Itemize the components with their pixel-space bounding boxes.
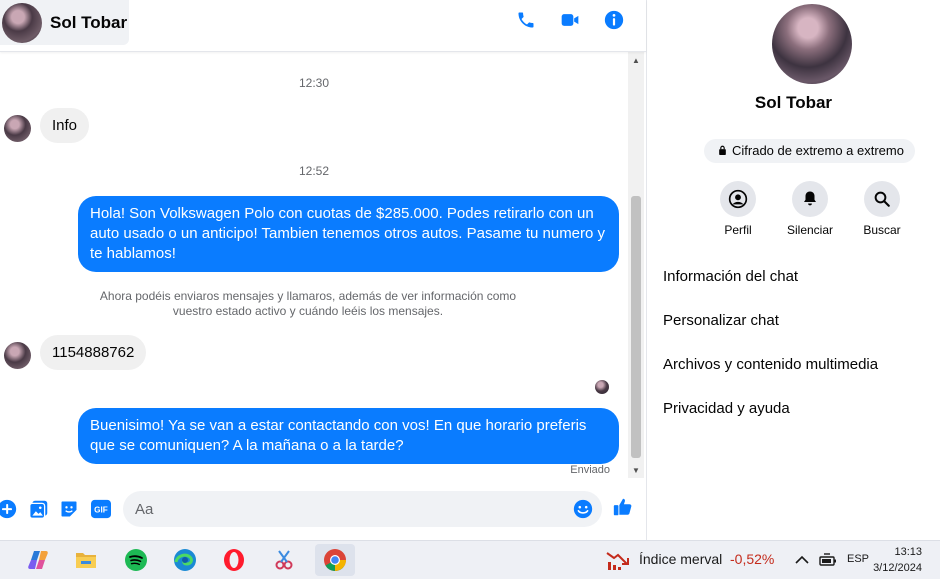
contact-name[interactable]: Sol Tobar	[50, 13, 127, 33]
message-input-wrapper	[123, 491, 602, 527]
read-receipt-avatar	[595, 380, 609, 394]
timestamp: 12:52	[298, 164, 330, 178]
chat-info-panel: Sol Tobar Cifrado de extremo a extremo P…	[647, 0, 940, 540]
bell-icon[interactable]	[792, 181, 828, 217]
svg-text:GIF: GIF	[94, 506, 108, 515]
phone-call-icon[interactable]	[515, 9, 537, 31]
chat-info-item[interactable]: Información del chat	[663, 268, 798, 285]
language-indicator[interactable]: ESP	[847, 553, 869, 565]
file-explorer-icon[interactable]	[72, 546, 100, 574]
battery-network-icon[interactable]	[816, 546, 840, 574]
messaging-notice: Ahora podéis enviaros mensajes y llamaro…	[99, 289, 517, 318]
clock-date: 3/12/2024	[873, 562, 922, 574]
message-input[interactable]	[135, 491, 565, 527]
system-clock[interactable]: 13:13 3/12/2024	[873, 544, 922, 576]
stock-chart-down-icon[interactable]	[604, 546, 632, 574]
incoming-message[interactable]: 1154888762	[40, 335, 147, 370]
spotify-icon[interactable]	[122, 546, 150, 574]
message-composer: GIF	[0, 484, 646, 540]
chevron-up-icon[interactable]	[792, 546, 812, 574]
info-icon[interactable]	[603, 9, 625, 31]
ticker-name[interactable]: Índice merval	[639, 551, 722, 567]
profile-action[interactable]: Perfil	[703, 181, 773, 237]
contact-header-button[interactable]: Sol Tobar	[0, 0, 129, 45]
chat-header: Sol Tobar	[0, 0, 646, 52]
incoming-message[interactable]: Info	[40, 108, 90, 143]
outgoing-message[interactable]: Hola! Son Volkswagen Polo con cuotas de …	[78, 196, 619, 272]
message-list[interactable]: 12:30 Info 12:52 Hola! Son Volkswagen Po…	[0, 52, 628, 480]
timestamp: 12:30	[298, 76, 330, 90]
mute-action[interactable]: Silenciar	[775, 181, 845, 237]
mute-label: Silenciar	[786, 223, 834, 237]
encryption-badge[interactable]: Cifrado de extremo a extremo	[704, 139, 915, 163]
chrome-icon[interactable]	[315, 544, 355, 576]
profile-avatar[interactable]	[772, 4, 852, 84]
clock-time: 13:13	[894, 546, 922, 558]
copilot-icon[interactable]	[24, 546, 52, 574]
video-call-icon[interactable]	[559, 9, 581, 31]
chat-pane: Sol Tobar 12:30 Info 12:52 Hola! Son Vol…	[0, 0, 646, 540]
search-label: Buscar	[863, 223, 901, 237]
customize-chat-item[interactable]: Personalizar chat	[663, 312, 779, 329]
search-icon[interactable]	[864, 181, 900, 217]
outgoing-message[interactable]: Buenisimo! Ya se van a estar contactando…	[78, 408, 619, 464]
profile-name: Sol Tobar	[754, 93, 833, 112]
edge-browser-icon[interactable]	[171, 546, 199, 574]
contact-avatar[interactable]	[2, 2, 42, 43]
user-circle-icon[interactable]	[720, 181, 756, 217]
taskbar: Índice merval -0,52% ESP 13:13 3/12/2024	[0, 540, 940, 579]
message-scrollbar[interactable]: ▲ ▼	[628, 52, 644, 478]
image-icon[interactable]	[27, 498, 49, 520]
opera-icon[interactable]	[220, 546, 248, 574]
plus-icon[interactable]	[0, 498, 18, 520]
snipping-tool-icon[interactable]	[270, 546, 298, 574]
scroll-down-arrow[interactable]: ▼	[628, 462, 644, 478]
gif-icon[interactable]: GIF	[90, 498, 112, 520]
thumbs-up-icon[interactable]	[612, 496, 634, 518]
sticker-icon[interactable]	[58, 498, 80, 520]
scroll-thumb[interactable]	[631, 196, 641, 458]
encryption-label: Cifrado de extremo a extremo	[732, 143, 904, 158]
lock-icon	[718, 139, 727, 163]
scroll-up-arrow[interactable]: ▲	[628, 52, 644, 68]
privacy-help-item[interactable]: Privacidad y ayuda	[663, 400, 790, 417]
search-action[interactable]: Buscar	[847, 181, 917, 237]
media-files-item[interactable]: Archivos y contenido multimedia	[663, 356, 878, 373]
ticker-change[interactable]: -0,52%	[730, 551, 774, 567]
message-status: Enviado	[570, 464, 610, 476]
emoji-icon[interactable]	[572, 498, 594, 525]
sender-avatar[interactable]	[4, 115, 31, 142]
sender-avatar[interactable]	[4, 342, 31, 369]
profile-label: Perfil	[724, 223, 752, 237]
